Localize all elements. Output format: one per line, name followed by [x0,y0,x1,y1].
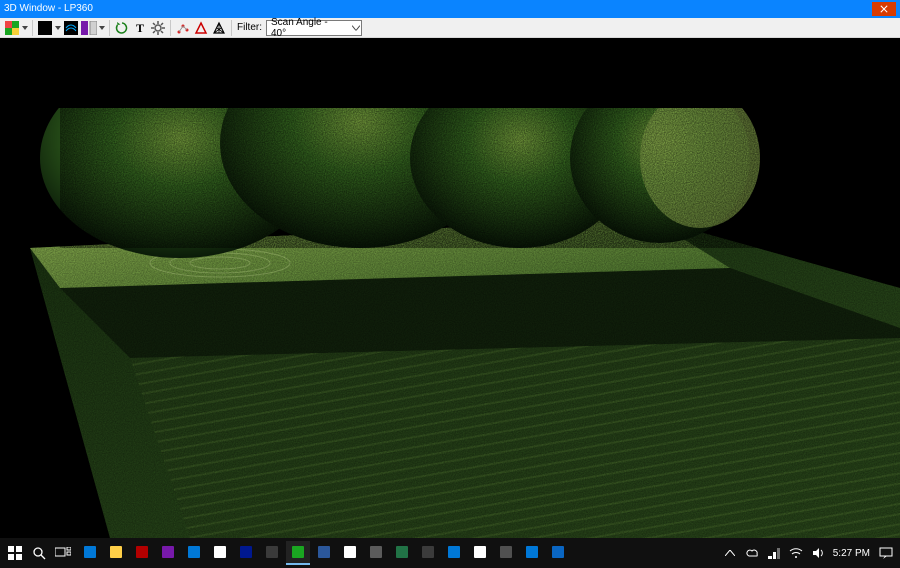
text-icon: T [133,21,147,35]
text-tool-button[interactable]: T [131,19,149,37]
taskbar-app-settings[interactable] [182,541,206,565]
chevron-down-icon [55,26,61,30]
chevron-down-icon [99,26,105,30]
clock[interactable]: 5:27 PM [833,548,870,559]
titlebar: 3D Window - LP360 [0,0,900,18]
taskbar-app-excel[interactable] [390,541,414,565]
reference-button[interactable] [80,19,98,37]
taskbar-app-chrome[interactable] [338,541,362,565]
color-swatch-icon [5,21,19,35]
taskbar-app-file-explorer[interactable] [104,541,128,565]
taskbar-app-app-8[interactable] [494,541,518,565]
reference-dropdown[interactable] [98,26,106,30]
taskbar-app-filezilla[interactable] [130,541,154,565]
taskbar-app-app-4[interactable] [364,541,388,565]
separator [109,20,110,36]
contour-button[interactable] [62,19,80,37]
taskbar-app-onenote[interactable] [156,541,180,565]
window-title: 3D Window - LP360 [4,0,872,18]
taskbar-app-app-1[interactable] [208,541,232,565]
triangle-button[interactable] [192,19,210,37]
notification-icon [879,547,893,559]
taskbar-app-linkedin[interactable] [546,541,570,565]
excel-icon [394,544,410,560]
view-mode-dropdown[interactable] [54,26,62,30]
drone-icon [264,544,280,560]
triangle-icon [194,21,208,35]
points-icon [176,21,190,35]
app-7-icon [472,544,488,560]
filter-value: Scan Angle - 40° [271,17,345,39]
refresh-button[interactable] [113,19,131,37]
system-tray: 5:27 PM [723,545,894,561]
taskbar-app-app-5[interactable] [416,541,440,565]
windows-icon [8,546,22,560]
point-cloud-scene [0,38,900,538]
taskbar-app-app-7[interactable] [468,541,492,565]
gear-icon [151,21,165,35]
wifi-icon[interactable] [789,546,803,560]
color-view-dropdown[interactable] [21,26,29,30]
taskbar: 5:27 PM [0,538,900,568]
separator [32,20,33,36]
chrome-icon [342,544,358,560]
clock-time: 5:27 PM [833,548,870,559]
mail-icon [82,544,98,560]
3d-viewport[interactable] [0,38,900,538]
app-2-icon [238,544,254,560]
taskbar-app-lp360[interactable] [286,541,310,565]
tin-button[interactable] [210,19,228,37]
toolbar: T Filte [0,18,900,38]
app-4-icon [368,544,384,560]
task-view-icon [55,547,71,559]
close-icon [880,5,888,13]
view-mode-icon [38,21,52,35]
task-view-button[interactable] [54,544,72,562]
tin-icon [212,21,226,35]
app-1-icon [212,544,228,560]
taskbar-app-mail[interactable] [78,541,102,565]
taskbar-app-drone[interactable] [260,541,284,565]
refresh-icon [115,21,129,35]
view-mode-button[interactable] [36,19,54,37]
search-button[interactable] [30,544,48,562]
settings-button[interactable] [149,19,167,37]
taskbar-app-app-9[interactable] [520,541,544,565]
lp360-icon [290,544,306,560]
app-9-icon [524,544,540,560]
network-icon[interactable] [767,546,781,560]
settings-icon [186,544,202,560]
app-6-icon [446,544,462,560]
close-button[interactable] [872,2,896,16]
taskbar-app-app-3[interactable] [312,541,336,565]
svg-text:T: T [136,21,144,35]
onenote-icon [160,544,176,560]
app-8-icon [498,544,514,560]
taskbar-app-app-6[interactable] [442,541,466,565]
taskbar-app-app-2[interactable] [234,541,258,565]
chevron-down-icon [22,26,28,30]
color-view-button[interactable] [3,19,21,37]
app-3-icon [316,544,332,560]
start-button[interactable] [6,544,24,562]
chevron-down-icon [352,25,360,30]
file-explorer-icon [108,544,124,560]
cloud-icon[interactable] [745,546,759,560]
filter-select[interactable]: Scan Angle - 40° [266,20,362,36]
reference-icon [81,21,97,35]
filezilla-icon [134,544,150,560]
separator [170,20,171,36]
search-icon [32,546,46,560]
point-class-button[interactable] [174,19,192,37]
linkedin-icon [550,544,566,560]
app-5-icon [420,544,436,560]
tray-chevron-icon[interactable] [723,546,737,560]
contour-icon [64,21,78,35]
separator [231,20,232,36]
volume-icon[interactable] [811,546,825,560]
filter-label: Filter: [235,22,266,33]
action-center-button[interactable] [878,545,894,561]
